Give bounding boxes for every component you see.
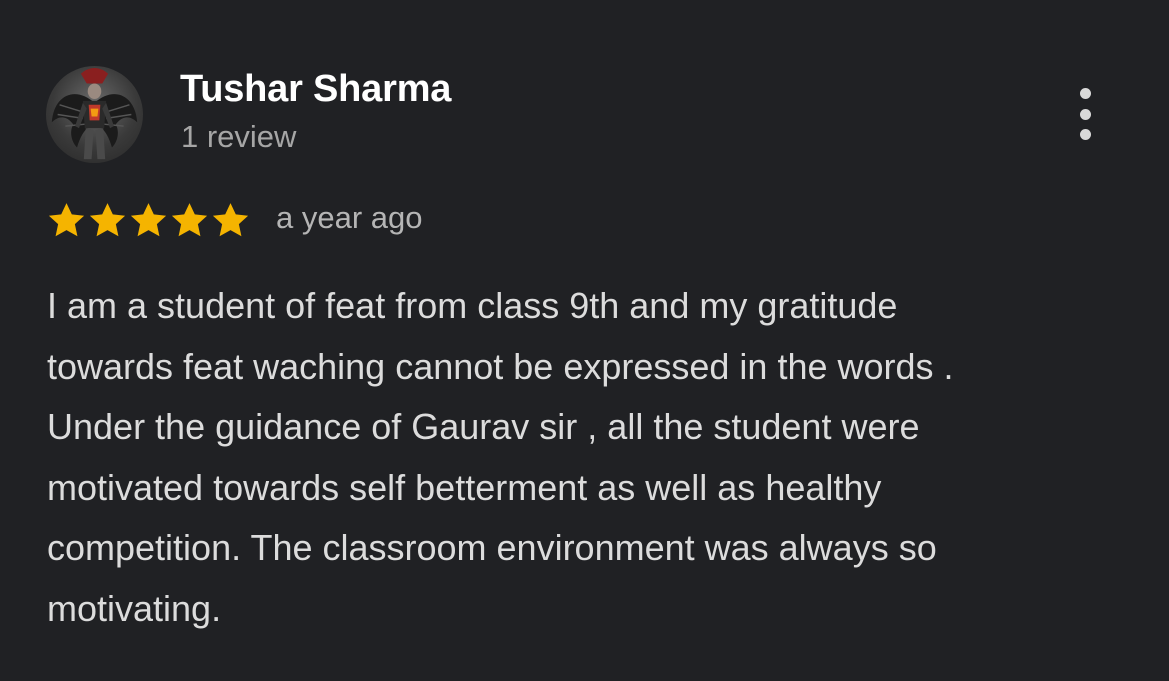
star-icon — [128, 200, 169, 241]
author-name[interactable]: Tushar Sharma — [180, 68, 451, 111]
review-text-line: I am a student of feat from class 9th an… — [47, 285, 898, 326]
more-options-button[interactable] — [1066, 84, 1104, 144]
avatar-image — [51, 67, 138, 160]
review-text-line: towards feat waching cannot be expressed… — [47, 345, 954, 387]
review-text-line: competition. The classroom environment w… — [47, 527, 937, 568]
star-rating — [46, 198, 251, 242]
more-vertical-icon-dot — [1079, 129, 1091, 140]
star-icon — [46, 200, 87, 241]
review-text-line: motivating. — [47, 587, 222, 629]
review-text: I am a student of feat from class 9th an… — [47, 276, 1157, 639]
review-date: a year ago — [276, 200, 423, 235]
star-icon — [87, 200, 128, 241]
author-review-count: 1 review — [181, 119, 297, 154]
review-text-line: Under the guidance of Gaurav sir , all t… — [47, 406, 920, 447]
star-icon — [210, 200, 251, 241]
review-text-line: motivated towards self betterment as wel… — [47, 466, 882, 508]
avatar[interactable] — [46, 66, 143, 163]
star-icon — [169, 200, 210, 241]
review-card: Tushar Sharma 1 review a year ago I am a… — [0, 0, 1169, 681]
more-vertical-icon-dot — [1079, 108, 1091, 120]
more-vertical-icon — [1079, 88, 1091, 99]
